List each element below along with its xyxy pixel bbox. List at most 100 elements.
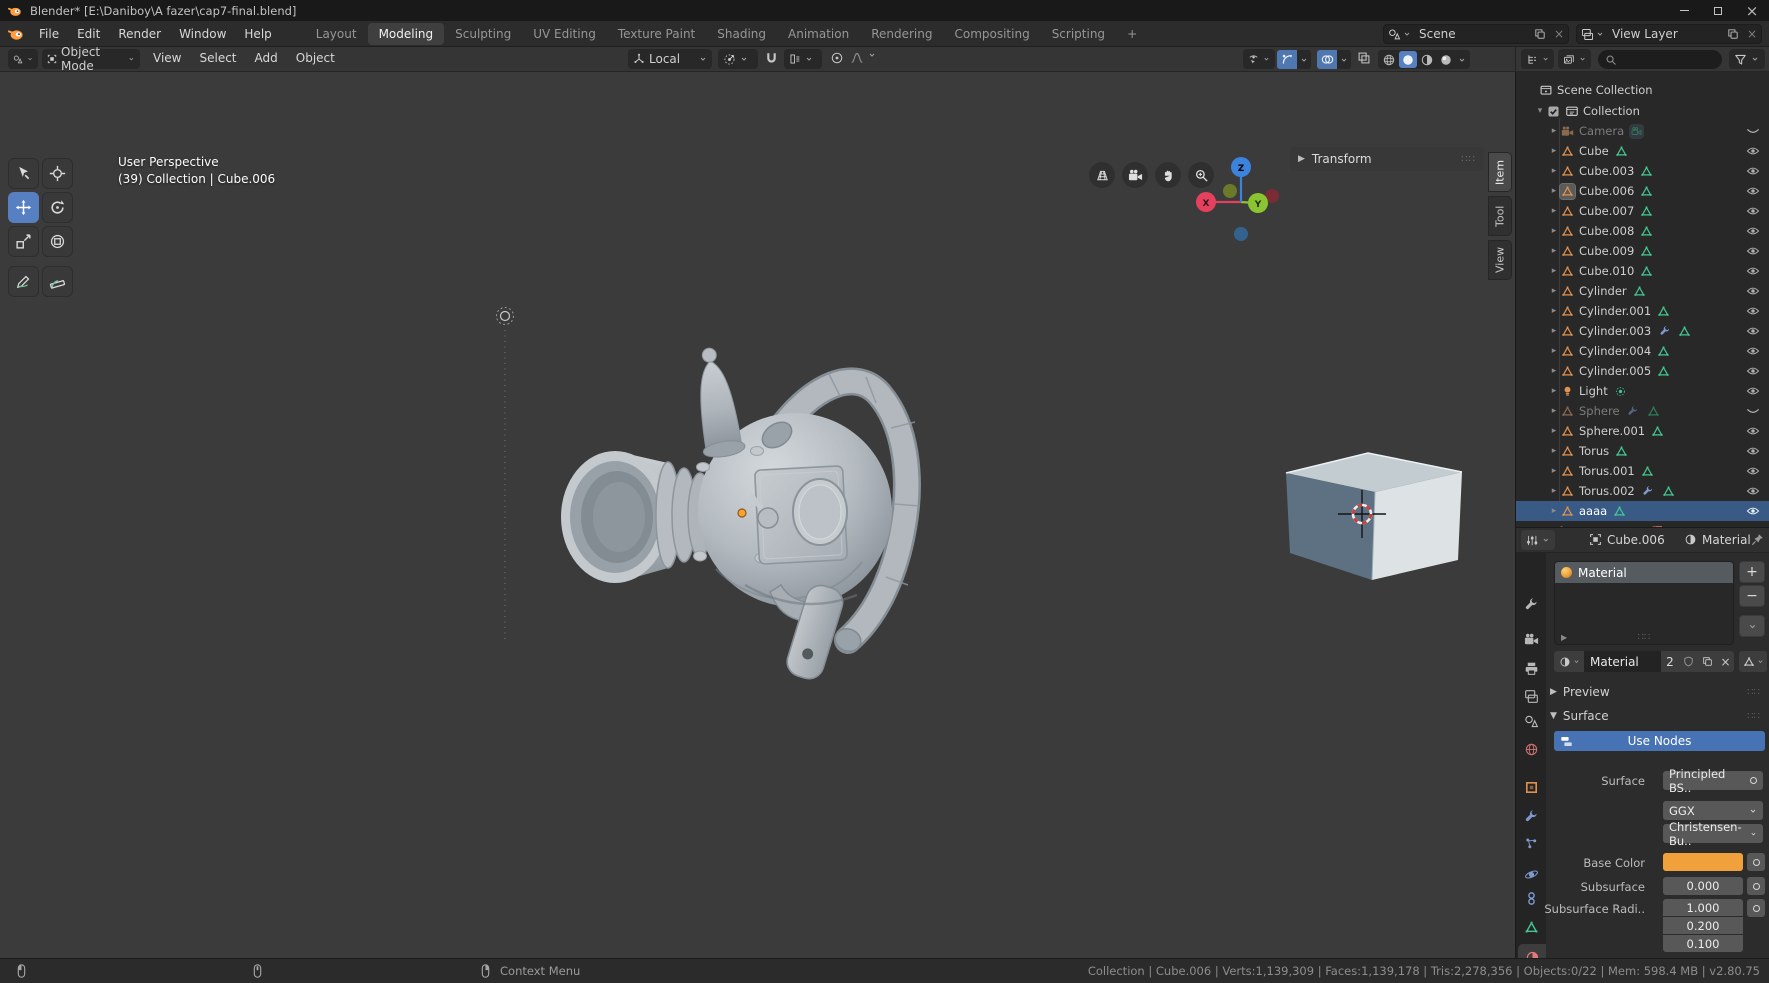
outliner-row-cube-006[interactable]: ▸Cube.006 [1516, 181, 1769, 201]
outliner-row-sphere-001[interactable]: ▸Sphere.001 [1516, 421, 1769, 441]
expand-arrow-icon[interactable]: ▸ [1548, 366, 1560, 376]
tool-transform-button[interactable] [42, 226, 73, 257]
panel-grip-icon[interactable]: ∷∷ [1461, 154, 1476, 165]
material-browse-dropdown[interactable] [1554, 651, 1584, 672]
outliner-item-label[interactable]: Camera [1579, 124, 1624, 138]
workspace-tab-compositing[interactable]: Compositing [943, 23, 1040, 45]
modifier-wrench-icon[interactable] [1626, 404, 1641, 419]
expand-arrow-icon[interactable]: ▸ [1548, 166, 1560, 176]
slot-list-expand-icon[interactable]: ▶ [1561, 633, 1567, 642]
base-color-swatch[interactable] [1663, 853, 1743, 871]
view-layer-selector[interactable]: View Layer × [1576, 24, 1762, 44]
material-name-field[interactable]: Material [1584, 651, 1661, 672]
outliner-item-label[interactable]: Cube.003 [1579, 164, 1634, 178]
slot-remove-button[interactable]: − [1739, 585, 1765, 607]
outliner-item-label[interactable]: Sphere [1579, 404, 1620, 418]
scene-name[interactable]: Scene [1415, 27, 1530, 41]
distribution-dropdown[interactable]: GGX [1663, 801, 1763, 820]
outliner-item-label[interactable]: Cylinder [1579, 284, 1627, 298]
outliner-search-input[interactable] [1622, 54, 1702, 66]
properties-tab-modifiers[interactable] [1516, 803, 1546, 829]
outliner-row-aaaa[interactable]: ▸aaaa [1516, 501, 1769, 521]
falloff-dropdown[interactable] [850, 51, 864, 65]
eye-open-icon[interactable] [1746, 224, 1760, 238]
outliner-item-label[interactable]: Cylinder.005 [1579, 364, 1651, 378]
close-button[interactable]: × [1735, 0, 1769, 21]
tool-cursor-button[interactable] [42, 158, 73, 189]
workspace-tab-animation[interactable]: Animation [777, 23, 860, 45]
properties-tab-object-data[interactable] [1516, 914, 1546, 940]
modifier-wrench-icon[interactable] [1641, 484, 1656, 499]
eye-open-icon[interactable] [1746, 464, 1760, 478]
eye-open-icon[interactable] [1746, 344, 1760, 358]
scene-unlink-button[interactable]: × [1550, 25, 1568, 43]
show-gizmo-toggle[interactable] [1277, 50, 1297, 69]
navigation-gizmo[interactable]: X Y Z [1195, 150, 1295, 250]
outliner-item-label[interactable]: Cube.009 [1579, 244, 1634, 258]
viewport-menu-view[interactable]: View [146, 51, 188, 65]
properties-editor-type-dropdown[interactable] [1521, 530, 1555, 550]
eye-open-icon[interactable] [1746, 284, 1760, 298]
panel-grip-icon[interactable]: ∷∷ [1747, 687, 1760, 698]
menu-edit[interactable]: Edit [68, 27, 109, 41]
expand-arrow-icon[interactable]: ▸ [1548, 226, 1560, 236]
tool-scale-button[interactable] [8, 226, 39, 257]
eye-open-icon[interactable] [1746, 324, 1760, 338]
outliner-item-label[interactable]: Torus [1579, 444, 1609, 458]
menu-help[interactable]: Help [235, 27, 280, 41]
properties-tab-tool[interactable] [1516, 591, 1546, 617]
mesh-data-icon[interactable] [1612, 504, 1627, 519]
workspace-tab-layout[interactable]: Layout [305, 23, 368, 45]
mesh-data-icon[interactable] [1677, 324, 1692, 339]
expand-arrow-icon[interactable]: ▸ [1548, 286, 1560, 296]
eye-closed-icon[interactable] [1746, 124, 1760, 138]
outliner-row-cylinder[interactable]: ▸ Cylinder [1516, 281, 1769, 301]
modifier-wrench-icon[interactable] [1657, 324, 1672, 339]
slot-specials-dropdown[interactable] [1739, 615, 1765, 637]
light-gizmo[interactable] [497, 308, 514, 641]
expand-arrow-icon[interactable]: ▸ [1548, 326, 1560, 336]
mesh-data-icon[interactable] [1639, 204, 1654, 219]
expand-arrow-icon[interactable]: ▸ [1548, 306, 1560, 316]
mesh-data-icon[interactable] [1656, 304, 1671, 319]
snap-target-dropdown[interactable] [784, 49, 822, 69]
shading-solid-button[interactable] [1399, 51, 1417, 68]
subsurface-radius-x-field[interactable]: 1.000 [1663, 899, 1743, 916]
nav-grid-button[interactable] [1089, 162, 1115, 188]
expand-arrow-icon[interactable]: ▸ [1548, 386, 1560, 396]
outliner-item-label[interactable]: Torus.001 [1579, 464, 1635, 478]
expand-arrow-icon[interactable]: ▸ [1548, 506, 1560, 516]
outliner-filter-dropdown[interactable] [1729, 49, 1765, 69]
eye-closed-icon[interactable] [1746, 404, 1760, 418]
eye-open-icon[interactable] [1746, 264, 1760, 278]
shading-rendered-button[interactable] [1437, 51, 1455, 68]
sidebar-tab-item[interactable]: Item [1488, 152, 1512, 192]
mesh-data-icon[interactable] [1650, 424, 1665, 439]
scene-browse-icon[interactable] [1384, 25, 1415, 43]
outliner[interactable]: Scene Collection ▾ Collection ▸Camera▸Cu… [1515, 72, 1769, 527]
properties-tab-view-layer[interactable] [1516, 683, 1546, 709]
expand-arrow-icon[interactable]: ▸ [1548, 186, 1560, 196]
workspace-tab-texture-paint[interactable]: Texture Paint [607, 23, 706, 45]
tool-annotate-button[interactable] [8, 266, 39, 297]
expand-arrow-icon[interactable]: ▸ [1548, 266, 1560, 276]
subsurface-radius-z-field[interactable]: 0.100 [1663, 935, 1743, 952]
outliner-row-cube-003[interactable]: ▸ Cube.003 [1516, 161, 1769, 181]
outliner-row-light[interactable]: ▸Light [1516, 381, 1769, 401]
eye-open-icon[interactable] [1746, 444, 1760, 458]
view-layer-browse-icon[interactable] [1577, 25, 1608, 43]
workspace-tab-modeling[interactable]: Modeling [368, 23, 445, 45]
proportional-editing-toggle[interactable] [830, 51, 844, 65]
eye-open-icon[interactable] [1746, 164, 1760, 178]
mesh-data-icon[interactable] [1646, 404, 1661, 419]
subsurface-radius-animate-button[interactable] [1747, 899, 1765, 917]
expand-arrow-icon[interactable]: ▸ [1548, 466, 1560, 476]
raygun-model[interactable] [561, 345, 919, 682]
workspace-tab-sculpting[interactable]: Sculpting [444, 23, 522, 45]
outliner-row-collection[interactable]: ▾ Collection [1516, 101, 1769, 121]
outliner-filter-type-dropdown[interactable] [1558, 49, 1591, 69]
eye-open-icon[interactable] [1746, 484, 1760, 498]
material-users-count[interactable]: 2 [1661, 651, 1679, 672]
collection-checkbox[interactable] [1546, 104, 1561, 119]
cube-object[interactable] [1286, 453, 1462, 580]
